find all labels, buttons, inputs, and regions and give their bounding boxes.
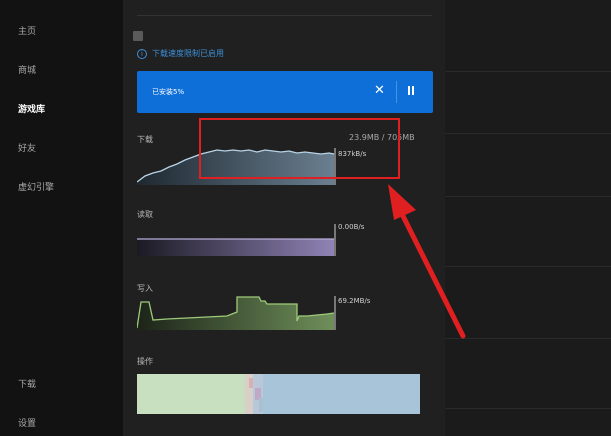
- sidebar-item-unreal-engine[interactable]: 虚幻引擎: [18, 180, 54, 193]
- pause-icon[interactable]: [408, 86, 416, 96]
- speed-limit-notice: i 下载速度限制已启用: [137, 48, 224, 59]
- install-progress-bar: 已安装5% ✕: [137, 71, 433, 113]
- annotation-arrow: [388, 184, 466, 339]
- speed-limit-notice-text: 下载速度限制已启用: [152, 49, 224, 58]
- sidebar-item-library[interactable]: 游戏库: [18, 102, 45, 115]
- sidebar: 主页 商城 游戏库 好友 虚幻引擎 下载 设置: [0, 0, 123, 436]
- divider: [445, 408, 611, 409]
- sidebar-item-friends[interactable]: 好友: [18, 141, 36, 154]
- read-rate: 0.00B/s: [338, 223, 365, 231]
- divider: [137, 15, 432, 16]
- divider: [445, 133, 611, 134]
- sidebar-item-downloads[interactable]: 下载: [18, 377, 36, 390]
- checkbox[interactable]: [133, 31, 143, 41]
- write-rate: 69.2MB/s: [338, 297, 371, 305]
- read-label: 读取: [137, 210, 153, 219]
- sidebar-item-settings[interactable]: 设置: [18, 416, 36, 429]
- write-area: [137, 297, 334, 330]
- info-icon: i: [137, 48, 147, 59]
- install-progress-label: 已安装5%: [152, 88, 185, 96]
- sidebar-item-store[interactable]: 商城: [18, 63, 36, 76]
- divider: [396, 81, 397, 103]
- read-graph: [137, 224, 336, 256]
- operations-map: [137, 374, 420, 414]
- read-area: [137, 239, 334, 256]
- sidebar-item-home[interactable]: 主页: [18, 24, 36, 37]
- annotation-highlight-box: [199, 118, 400, 179]
- operations-label: 操作: [137, 357, 153, 366]
- divider: [445, 71, 611, 72]
- write-graph: [137, 296, 336, 330]
- close-icon[interactable]: ✕: [374, 84, 385, 98]
